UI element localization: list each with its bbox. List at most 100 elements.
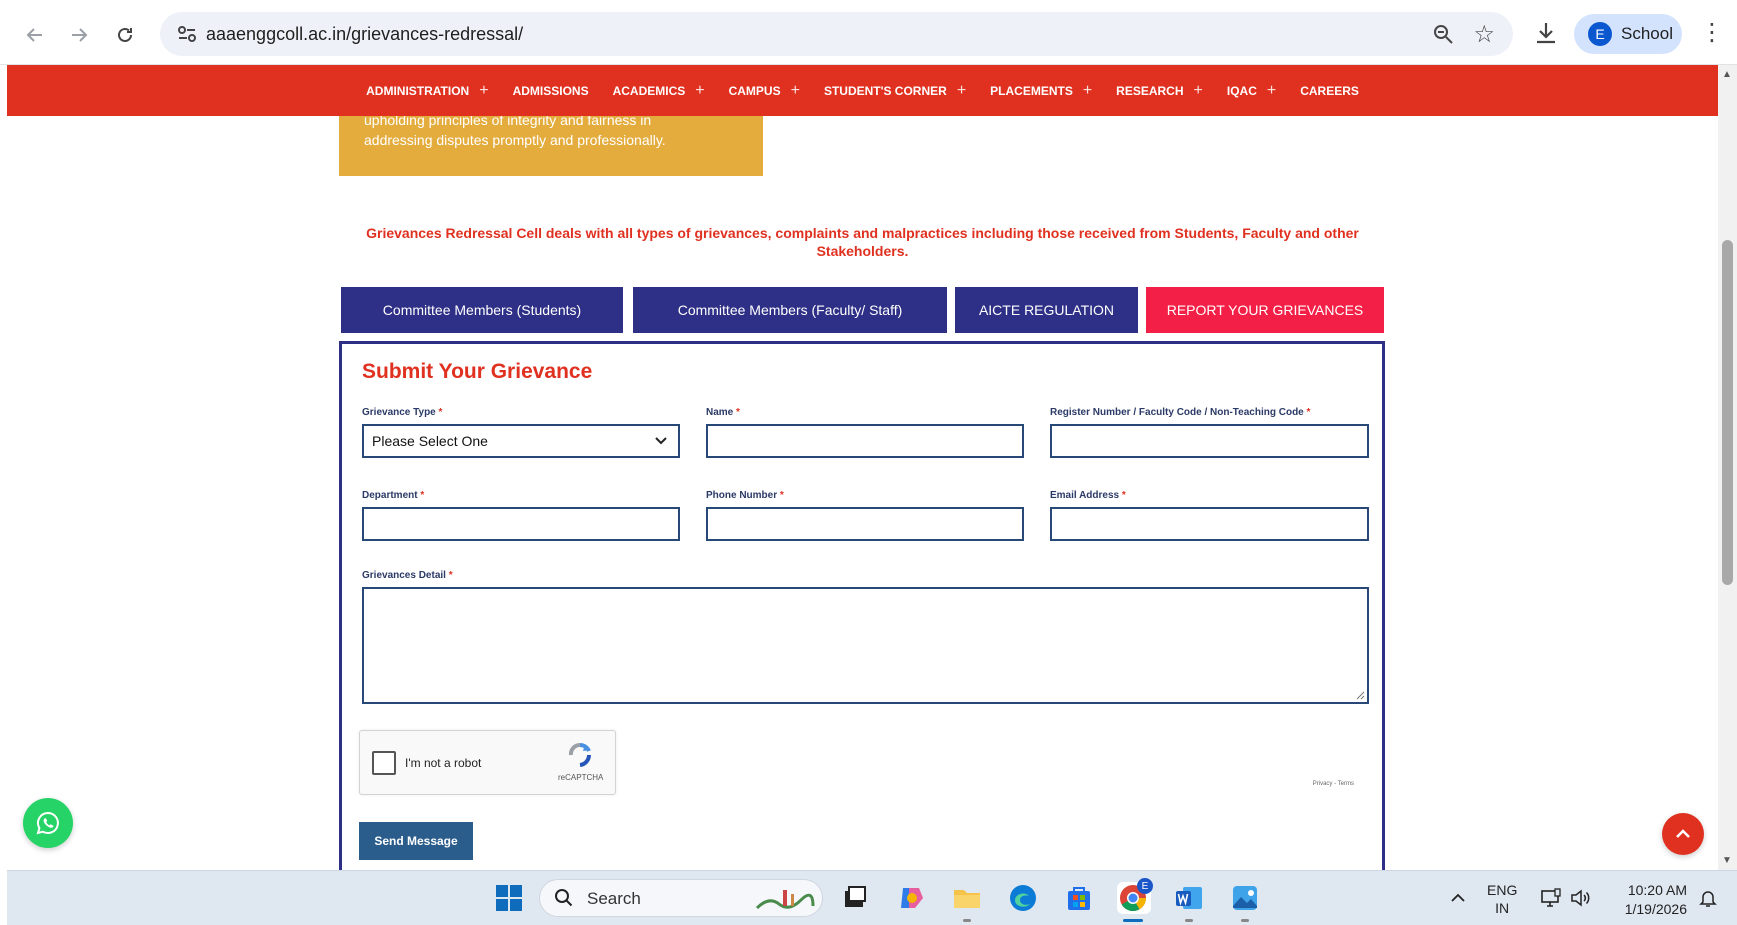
department-label: Department * [362, 490, 425, 501]
photos-running-indicator [1241, 919, 1249, 922]
url-text[interactable]: aaaenggcoll.ac.in/grievances-redressal/ [206, 24, 523, 45]
back-arrow-icon[interactable] [18, 18, 52, 52]
tab-report-grievances[interactable]: REPORT YOUR GRIEVANCES [1146, 287, 1384, 333]
chevron-up-tray-icon[interactable] [1450, 891, 1466, 905]
intro-highlight-box: upholding principles of integrity and fa… [339, 116, 763, 176]
notification-bell-icon[interactable] [1699, 888, 1717, 908]
volume-icon[interactable] [1569, 888, 1591, 908]
download-icon[interactable] [1533, 20, 1559, 46]
profile-avatar: E [1588, 22, 1612, 46]
intro-box-line-1: upholding principles of integrity and fa… [364, 116, 652, 128]
file-explorer-icon[interactable] [951, 882, 983, 914]
expand-plus-icon[interactable]: + [695, 82, 704, 100]
name-field[interactable] [706, 424, 1024, 458]
lang-region: IN [1495, 900, 1510, 916]
language-indicator[interactable]: ENG IN [1487, 881, 1517, 925]
expand-plus-icon[interactable]: + [791, 82, 800, 100]
tab-committee-students[interactable]: Committee Members (Students) [341, 287, 623, 333]
expand-plus-icon[interactable]: + [1194, 82, 1203, 100]
nav-item-label: ACADEMICS [612, 83, 686, 98]
nav-item-label: ADMINISTRATION [366, 83, 470, 98]
resize-handle-icon[interactable] [1355, 690, 1365, 700]
intro-box-line-2: addressing disputes promptly and profess… [364, 132, 666, 148]
page-scrollbar[interactable]: ▲ ▼ [1718, 65, 1737, 870]
forward-arrow-icon[interactable] [62, 18, 96, 52]
nav-item-academics[interactable]: ACADEMICS + [613, 82, 705, 100]
register-number-field[interactable] [1050, 424, 1369, 458]
windows-taskbar: Search E ENG IN 10:20 AM 1/19/2026 [7, 870, 1737, 925]
recaptcha-privacy-terms[interactable]: Privacy - Terms [1313, 781, 1354, 787]
scroll-to-top-button[interactable] [1662, 813, 1704, 855]
reload-icon[interactable] [108, 18, 142, 52]
department-field[interactable] [362, 507, 680, 541]
search-icon [555, 889, 573, 907]
explorer-running-indicator [963, 919, 971, 922]
email-address-field[interactable] [1050, 507, 1369, 541]
chrome-taskbar-button[interactable]: E [1117, 878, 1153, 914]
grievance-form: Submit Your Grievance Grievance Type * P… [339, 341, 1385, 881]
scroll-down-arrow-icon[interactable]: ▼ [1722, 855, 1732, 866]
expand-plus-icon[interactable]: + [1267, 82, 1276, 100]
recaptcha-label: I'm not a robot [405, 756, 482, 770]
scrollbar-thumb[interactable] [1722, 240, 1733, 585]
recaptcha-checkbox[interactable] [372, 751, 396, 775]
bookmark-star-icon[interactable]: ☆ [1473, 20, 1495, 49]
nav-item-label: CAREERS [1300, 83, 1359, 98]
taskbar-search-label: Search [587, 889, 641, 908]
photos-icon[interactable] [1229, 882, 1261, 914]
word-icon[interactable] [1173, 882, 1205, 914]
chrome-active-indicator [1123, 919, 1143, 922]
nav-item-careers[interactable]: CAREERS [1300, 84, 1359, 98]
nav-item-research[interactable]: RESEARCH + [1116, 82, 1203, 100]
profile-button[interactable]: E School [1574, 14, 1682, 54]
grievance-detail-textarea[interactable] [362, 587, 1369, 704]
email-address-label: Email Address * [1050, 490, 1126, 501]
clock[interactable]: 10:20 AM 1/19/2026 [1607, 881, 1687, 925]
grievance-detail-label: Grievances Detail * [362, 570, 453, 581]
tab-committee-faculty[interactable]: Committee Members (Faculty/ Staff) [633, 287, 947, 333]
expand-plus-icon[interactable]: + [957, 82, 966, 100]
phone-number-field[interactable] [706, 507, 1024, 541]
windows-start-icon[interactable] [493, 882, 525, 914]
recaptcha-brand: reCAPTCHA [558, 773, 604, 782]
microsoft-store-icon[interactable] [1063, 882, 1095, 914]
grievance-type-value: Please Select One [372, 433, 488, 449]
whatsapp-chat-button[interactable] [23, 798, 73, 848]
profile-name: School [1621, 24, 1673, 43]
site-settings-icon[interactable] [176, 23, 198, 45]
task-view-icon[interactable] [839, 882, 871, 914]
grievance-cell-description: Grievances Redressal Cell deals with all… [366, 225, 1359, 259]
chevron-down-icon [655, 437, 667, 445]
grievance-type-label: Grievance Type * [362, 407, 443, 418]
taskbar-search-box[interactable]: Search [539, 879, 823, 917]
nav-item-label: CAMPUS [728, 83, 781, 98]
site-main-nav: ADMINISTRATION + ADMISSIONS ACADEMICS + CAMPU… [7, 65, 1718, 116]
nav-item-campus[interactable]: CAMPUS + [729, 82, 800, 100]
clock-date: 1/19/2026 [1624, 901, 1687, 917]
send-message-button[interactable]: Send Message [359, 822, 473, 860]
nav-item-label: STUDENT'S CORNER [823, 83, 947, 98]
browser-toolbar: aaaenggcoll.ac.in/grievances-redressal/ … [0, 0, 1737, 65]
form-title: Submit Your Grievance [362, 360, 593, 383]
more-menu-icon[interactable]: ⋮ [1700, 18, 1724, 47]
edge-browser-icon[interactable] [1007, 882, 1039, 914]
network-icon[interactable] [1540, 887, 1562, 909]
grievance-type-select[interactable]: Please Select One [362, 424, 680, 458]
expand-plus-icon[interactable]: + [1083, 82, 1092, 100]
nav-item-placements[interactable]: PLACEMENTS + [990, 82, 1092, 100]
nav-item-iqac[interactable]: IQAC + [1227, 82, 1276, 100]
copilot-icon[interactable] [895, 882, 927, 914]
chrome-profile-badge: E [1137, 878, 1153, 894]
scroll-up-arrow-icon[interactable]: ▲ [1722, 69, 1732, 80]
nav-item-admissions[interactable]: ADMISSIONS [513, 84, 589, 98]
search-highlight-art-icon [755, 890, 815, 910]
zoom-icon[interactable] [1431, 22, 1455, 46]
nav-item-student-s-corner[interactable]: STUDENT'S CORNER + [824, 82, 966, 100]
nav-item-administration[interactable]: ADMINISTRATION + [366, 82, 488, 100]
address-bar[interactable]: aaaenggcoll.ac.in/grievances-redressal/ … [160, 12, 1513, 56]
tab-aicte-regulation[interactable]: AICTE REGULATION [955, 287, 1138, 333]
phone-number-label: Phone Number * [706, 490, 784, 501]
expand-plus-icon[interactable]: + [479, 82, 488, 100]
nav-item-label: RESEARCH [1116, 83, 1184, 98]
clock-time: 10:20 AM [1627, 882, 1687, 898]
